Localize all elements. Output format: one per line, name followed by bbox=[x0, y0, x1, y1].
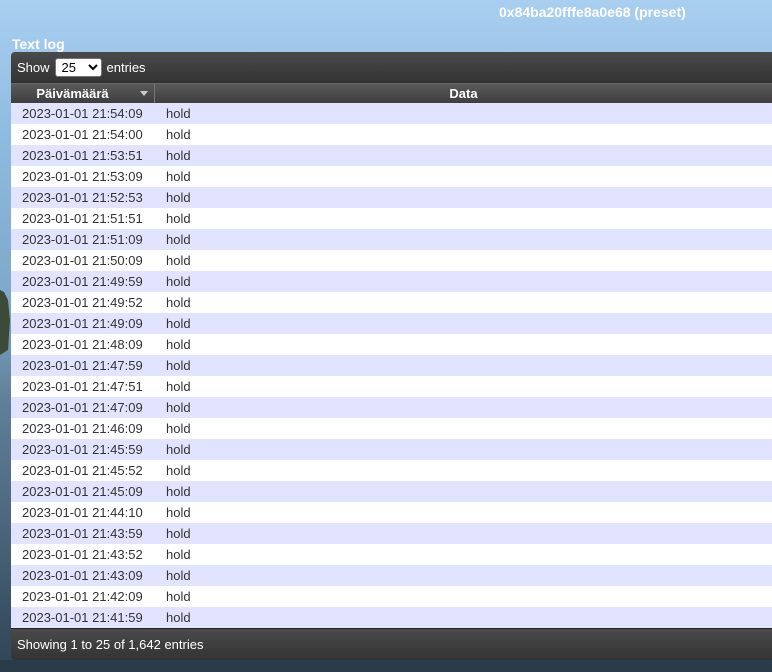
table-row: 2023-01-01 21:41:59 hold bbox=[11, 607, 772, 628]
table-row: 2023-01-01 21:53:51 hold bbox=[11, 145, 772, 166]
table-row: 2023-01-01 21:52:53 hold bbox=[11, 187, 772, 208]
cell-data: hold bbox=[166, 463, 191, 478]
cell-data: hold bbox=[166, 127, 191, 142]
cell-data: hold bbox=[166, 358, 191, 373]
cell-data: hold bbox=[166, 547, 191, 562]
cell-data: hold bbox=[166, 484, 191, 499]
cell-data: hold bbox=[166, 190, 191, 205]
cell-date: 2023-01-01 21:53:09 bbox=[22, 169, 143, 184]
cell-data: hold bbox=[166, 274, 191, 289]
table-body: 2023-01-01 21:54:09 hold 2023-01-01 21:54:… bbox=[11, 103, 772, 628]
table-row: 2023-01-01 21:53:09 hold bbox=[11, 166, 772, 187]
cell-date: 2023-01-01 21:43:09 bbox=[22, 568, 143, 583]
cell-data: hold bbox=[166, 253, 191, 268]
column-header-data-label: Data bbox=[449, 86, 478, 101]
table-row: 2023-01-01 21:45:59 hold bbox=[11, 439, 772, 460]
table-row: 2023-01-01 21:50:09 hold bbox=[11, 250, 772, 271]
page-size-select[interactable]: 25 bbox=[54, 58, 102, 77]
cell-date: 2023-01-01 21:44:10 bbox=[22, 505, 143, 520]
text-log-panel: Show 25 entries Päivämäärä Data 2023-01-… bbox=[11, 52, 772, 660]
table-toolbar: Show 25 entries bbox=[11, 52, 772, 83]
table-row: 2023-01-01 21:49:52 hold bbox=[11, 292, 772, 313]
cell-data: hold bbox=[166, 337, 191, 352]
cell-data: hold bbox=[166, 106, 191, 121]
cell-date: 2023-01-01 21:51:51 bbox=[22, 211, 143, 226]
table-row: 2023-01-01 21:48:09 hold bbox=[11, 334, 772, 355]
column-header-data[interactable]: Data bbox=[155, 84, 772, 103]
cell-date: 2023-01-01 21:45:09 bbox=[22, 484, 143, 499]
cell-date: 2023-01-01 21:52:53 bbox=[22, 190, 143, 205]
cell-date: 2023-01-01 21:47:59 bbox=[22, 358, 143, 373]
cell-date: 2023-01-01 21:49:52 bbox=[22, 295, 143, 310]
table-row: 2023-01-01 21:47:09 hold bbox=[11, 397, 772, 418]
cell-date: 2023-01-01 21:50:09 bbox=[22, 253, 143, 268]
entries-info: Showing 1 to 25 of 1,642 entries bbox=[17, 637, 204, 652]
table-row: 2023-01-01 21:47:51 hold bbox=[11, 376, 772, 397]
table-row: 2023-01-01 21:43:52 hold bbox=[11, 544, 772, 565]
cell-date: 2023-01-01 21:48:09 bbox=[22, 337, 143, 352]
cell-data: hold bbox=[166, 610, 191, 625]
table-row: 2023-01-01 21:51:51 hold bbox=[11, 208, 772, 229]
device-title: 0x84ba20fffe8a0e68 (preset) bbox=[499, 4, 686, 20]
cell-date: 2023-01-01 21:42:09 bbox=[22, 589, 143, 604]
sort-desc-icon bbox=[140, 91, 148, 96]
cell-data: hold bbox=[166, 589, 191, 604]
table-row: 2023-01-01 21:44:10 hold bbox=[11, 502, 772, 523]
cell-date: 2023-01-01 21:49:59 bbox=[22, 274, 143, 289]
show-label: Show bbox=[17, 60, 50, 75]
cell-date: 2023-01-01 21:47:51 bbox=[22, 379, 143, 394]
cell-date: 2023-01-01 21:49:09 bbox=[22, 316, 143, 331]
cell-data: hold bbox=[166, 148, 191, 163]
cell-date: 2023-01-01 21:43:59 bbox=[22, 526, 143, 541]
table-footer: Showing 1 to 25 of 1,642 entries bbox=[11, 628, 772, 660]
cell-date: 2023-01-01 21:41:59 bbox=[22, 610, 143, 625]
cell-data: hold bbox=[166, 526, 191, 541]
cell-data: hold bbox=[166, 211, 191, 226]
cell-date: 2023-01-01 21:45:59 bbox=[22, 442, 143, 457]
cell-data: hold bbox=[166, 568, 191, 583]
cell-date: 2023-01-01 21:54:00 bbox=[22, 127, 143, 142]
cell-data: hold bbox=[166, 316, 191, 331]
cell-data: hold bbox=[166, 379, 191, 394]
table-row: 2023-01-01 21:49:59 hold bbox=[11, 271, 772, 292]
entries-label: entries bbox=[106, 60, 146, 75]
cell-date: 2023-01-01 21:53:51 bbox=[22, 148, 143, 163]
cell-date: 2023-01-01 21:54:09 bbox=[22, 106, 143, 121]
table-row: 2023-01-01 21:54:09 hold bbox=[11, 103, 772, 124]
cell-data: hold bbox=[166, 505, 191, 520]
cell-data: hold bbox=[166, 442, 191, 457]
cell-date: 2023-01-01 21:51:09 bbox=[22, 232, 143, 247]
table-row: 2023-01-01 21:45:52 hold bbox=[11, 460, 772, 481]
table-row: 2023-01-01 21:45:09 hold bbox=[11, 481, 772, 502]
cell-data: hold bbox=[166, 169, 191, 184]
column-header-date-label: Päivämäärä bbox=[36, 86, 109, 101]
cell-date: 2023-01-01 21:46:09 bbox=[22, 421, 143, 436]
table-row: 2023-01-01 21:46:09 hold bbox=[11, 418, 772, 439]
cell-data: hold bbox=[166, 295, 191, 310]
cell-date: 2023-01-01 21:47:09 bbox=[22, 400, 143, 415]
section-title: Text log bbox=[12, 36, 65, 52]
cell-data: hold bbox=[166, 400, 191, 415]
cell-date: 2023-01-01 21:45:52 bbox=[22, 463, 143, 478]
table-row: 2023-01-01 21:54:00 hold bbox=[11, 124, 772, 145]
table-header: Päivämäärä Data bbox=[11, 83, 772, 103]
table-row: 2023-01-01 21:51:09 hold bbox=[11, 229, 772, 250]
table-row: 2023-01-01 21:47:59 hold bbox=[11, 355, 772, 376]
table-row: 2023-01-01 21:43:59 hold bbox=[11, 523, 772, 544]
table-row: 2023-01-01 21:42:09 hold bbox=[11, 586, 772, 607]
cell-date: 2023-01-01 21:43:52 bbox=[22, 547, 143, 562]
table-row: 2023-01-01 21:43:09 hold bbox=[11, 565, 772, 586]
cell-data: hold bbox=[166, 421, 191, 436]
column-header-date[interactable]: Päivämäärä bbox=[11, 84, 155, 103]
table-row: 2023-01-01 21:49:09 hold bbox=[11, 313, 772, 334]
cell-data: hold bbox=[166, 232, 191, 247]
